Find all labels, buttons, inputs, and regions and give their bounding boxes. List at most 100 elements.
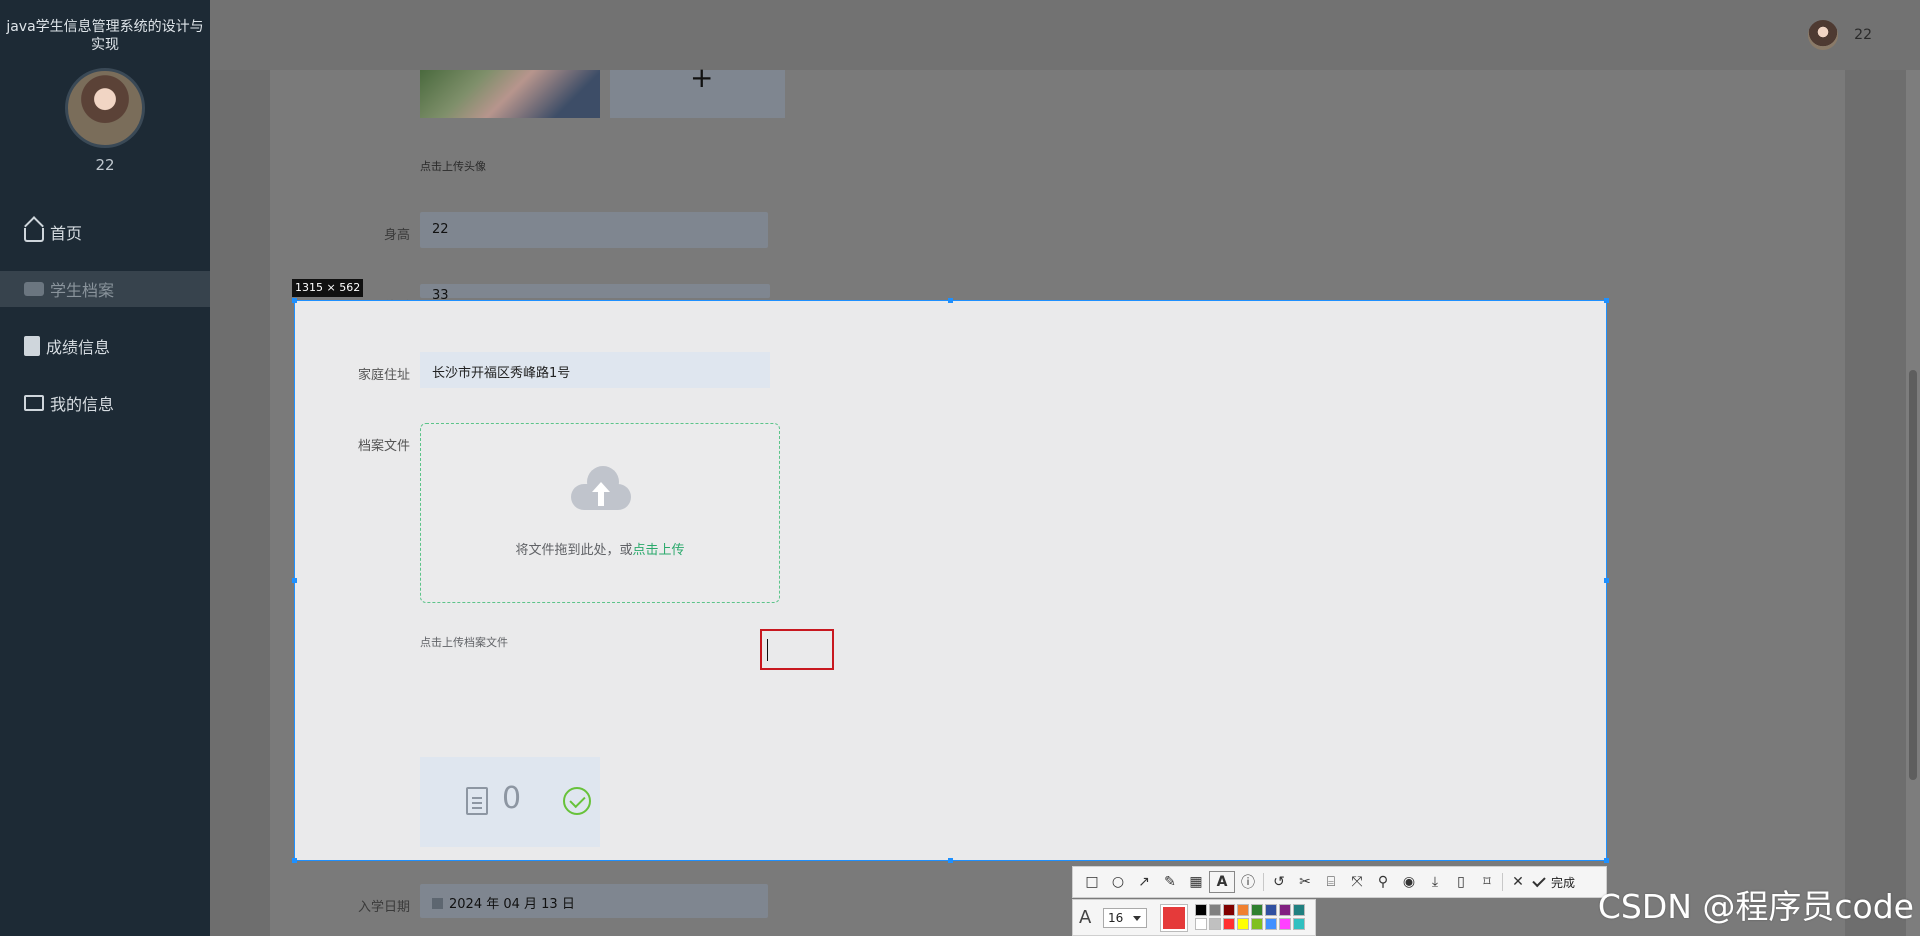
mosaic-icon[interactable]: ▦	[1183, 871, 1209, 893]
annotation-text-box[interactable]	[760, 629, 834, 670]
archive-upload-dropzone[interactable]: 将文件拖到此处，或点击上传	[420, 423, 780, 603]
number-icon[interactable]: ⓘ	[1235, 871, 1261, 893]
resize-handle[interactable]	[1604, 298, 1609, 303]
color-swatch[interactable]	[1265, 918, 1277, 930]
height-input[interactable]: 22	[420, 212, 768, 248]
resize-handle[interactable]	[292, 578, 297, 583]
color-swatch[interactable]	[1223, 918, 1235, 930]
text-style-toolbar: A 16	[1072, 899, 1316, 936]
color-swatch[interactable]	[1223, 904, 1235, 916]
color-swatch[interactable]	[1237, 918, 1249, 930]
color-swatch[interactable]	[1209, 918, 1221, 930]
sidebar-item-label: 学生档案	[50, 281, 115, 300]
color-swatch[interactable]	[1293, 904, 1305, 916]
color-swatch[interactable]	[1279, 918, 1291, 930]
watermark: CSDN @程序员code	[1597, 887, 1914, 926]
upload-link[interactable]: 点击上传	[633, 543, 685, 558]
resize-handle[interactable]	[292, 858, 297, 863]
capture-toolbar: □ ○ ↗ ✎ ▦ A ⓘ ↺ ✂ ⌸ ⤧ ⚲ ◉ ⤓ ▯ ⌑ ✕ 完成	[1072, 866, 1607, 898]
app-title: java学生信息管理系统的设计与实现	[6, 19, 204, 53]
address-input[interactable]: 长沙市开福区秀峰路1号	[420, 352, 770, 388]
height-label: 身高	[383, 228, 410, 243]
close-icon[interactable]: ✕	[1505, 871, 1531, 893]
done-button[interactable]: 完成	[1532, 873, 1576, 891]
color-swatch[interactable]	[1251, 904, 1263, 916]
cloud-upload-icon	[571, 466, 631, 510]
document-icon	[466, 787, 488, 815]
archive-label: 档案文件	[357, 439, 410, 454]
color-swatch[interactable]	[1251, 918, 1263, 930]
current-color-swatch[interactable]	[1160, 904, 1188, 932]
color-swatch[interactable]	[1209, 904, 1221, 916]
header-username[interactable]: 22	[1854, 27, 1872, 43]
color-swatch[interactable]	[1195, 904, 1207, 916]
pencil-icon[interactable]: ✎	[1157, 871, 1183, 893]
text-caret	[767, 639, 768, 661]
phone-icon[interactable]: ▯	[1448, 871, 1474, 893]
sidebar-item-label: 成绩信息	[46, 338, 111, 357]
uploaded-file-card[interactable]: 0	[420, 757, 600, 847]
capture-size-label: 1315 × 562	[292, 279, 364, 297]
sidebar-item-home[interactable]: 首页	[0, 214, 210, 250]
check-circle-icon	[563, 787, 591, 815]
sidebar-username: 22	[95, 156, 115, 174]
crosshair-cursor-icon: +	[690, 61, 714, 94]
resize-handle[interactable]	[948, 858, 953, 863]
font-icon: A	[1079, 907, 1092, 928]
color-palette	[1195, 904, 1311, 932]
text-icon[interactable]: A	[1209, 871, 1235, 893]
color-swatch[interactable]	[1293, 918, 1305, 930]
cut-icon[interactable]: ✂	[1292, 871, 1318, 893]
download-icon[interactable]: ⤓	[1422, 871, 1448, 893]
user-avatar[interactable]	[1808, 20, 1838, 50]
resize-handle[interactable]	[1604, 578, 1609, 583]
address-label: 家庭住址	[357, 368, 410, 383]
archive-hint: 点击上传档案文件	[420, 636, 508, 649]
arrow-icon[interactable]: ↗	[1131, 871, 1157, 893]
record-icon[interactable]: ◉	[1396, 871, 1422, 893]
weight-input[interactable]: 33	[420, 284, 770, 303]
pin-icon[interactable]: ⚲	[1370, 871, 1396, 893]
color-swatch[interactable]	[1195, 918, 1207, 930]
sidebar: java学生信息管理系统的设计与实现 22 首页 学生档案 成绩信息 我的信息	[0, 0, 210, 936]
header: 22	[210, 0, 1920, 70]
bookmark-icon[interactable]: ⌑	[1474, 871, 1500, 893]
sidebar-item-label: 首页	[50, 224, 83, 243]
briefcase-icon	[24, 282, 44, 296]
sidebar-item-student-archive[interactable]: 学生档案	[0, 271, 210, 307]
check-icon	[1532, 873, 1546, 888]
sidebar-menu: 首页 学生档案 成绩信息 我的信息	[0, 214, 210, 421]
scroll-capture-icon[interactable]: ⤧	[1344, 871, 1370, 893]
color-swatch[interactable]	[1237, 904, 1249, 916]
id-card-icon	[24, 395, 44, 411]
scrollbar-thumb[interactable]	[1909, 370, 1917, 780]
ellipse-icon[interactable]: ○	[1105, 871, 1131, 893]
file-count: 0	[502, 781, 522, 816]
color-swatch[interactable]	[1265, 904, 1277, 916]
resize-handle[interactable]	[948, 298, 953, 303]
resize-handle[interactable]	[292, 298, 297, 303]
resize-handle[interactable]	[1604, 858, 1609, 863]
sidebar-item-label: 我的信息	[50, 395, 115, 414]
color-swatch[interactable]	[1279, 904, 1291, 916]
enroll-date-input[interactable]: 2024 年 04 月 13 日	[420, 884, 768, 918]
avatar[interactable]	[65, 68, 145, 148]
undo-icon[interactable]: ↺	[1266, 871, 1292, 893]
uploaded-avatar-image	[420, 70, 600, 118]
rectangle-icon[interactable]: □	[1079, 871, 1105, 893]
enroll-date-value: 2024 年 04 月 13 日	[449, 897, 575, 912]
clipboard-icon	[24, 336, 40, 356]
upload-instructions: 将文件拖到此处，或点击上传	[421, 539, 779, 558]
toolbar-divider	[1263, 873, 1264, 891]
sidebar-item-my-info[interactable]: 我的信息	[0, 385, 210, 421]
sidebar-item-scores[interactable]: 成绩信息	[0, 328, 210, 364]
ocr-icon[interactable]: ⌸	[1318, 871, 1344, 893]
done-label: 完成	[1551, 875, 1576, 890]
toolbar-divider	[1502, 873, 1503, 891]
font-size-select[interactable]: 16	[1103, 908, 1147, 928]
enroll-date-label: 入学日期	[357, 900, 410, 915]
home-icon	[24, 228, 44, 242]
calendar-icon	[432, 898, 443, 909]
upload-text: 将文件拖到此处，或	[515, 543, 633, 558]
avatar-hint: 点击上传头像	[420, 160, 486, 173]
